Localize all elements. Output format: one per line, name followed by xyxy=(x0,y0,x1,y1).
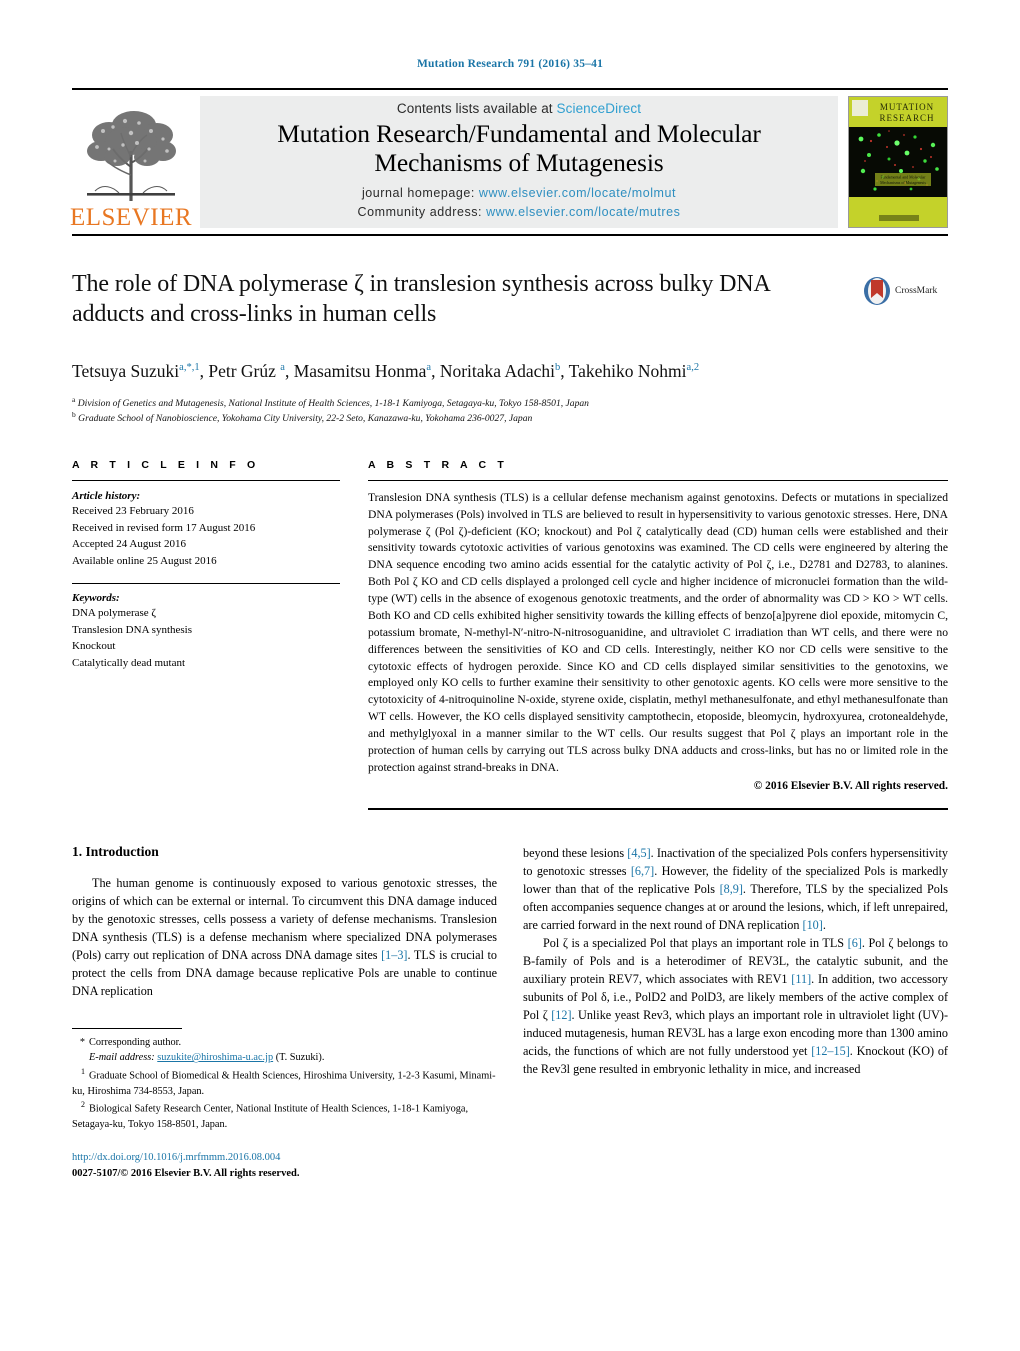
doi-block: http://dx.doi.org/10.1016/j.mrfmmm.2016.… xyxy=(72,1150,497,1182)
journal-title: Mutation Research/Fundamental and Molecu… xyxy=(277,120,761,177)
history-item: Received 23 February 2016 xyxy=(72,504,194,517)
email-suffix: (T. Suzuki). xyxy=(275,1052,325,1064)
affiliation-b: b Graduate School of Nanobioscience, Yok… xyxy=(72,410,533,425)
elsevier-wordmark: ELSEVIER xyxy=(69,204,193,231)
footnote-1-marker: 1 xyxy=(81,1066,85,1076)
citation-ref[interactable]: [11] xyxy=(791,972,811,986)
keyword-item: Catalytically dead mutant xyxy=(72,656,186,669)
body-column-left: 1. Introduction The human genome is cont… xyxy=(72,844,497,1182)
contents-available-line: Contents lists available at ScienceDirec… xyxy=(397,101,641,116)
crossmark-icon xyxy=(864,277,890,305)
article-page: Mutation Research 791 (2016) 35–41 ELSEV… xyxy=(0,0,1020,1351)
info-abstract-region: A R T I C L E I N F O Article history: R… xyxy=(72,459,948,810)
intro-paragraph-2: beyond these lesions [4,5]. Inactivation… xyxy=(523,845,949,932)
crossmark-badge[interactable]: CrossMark xyxy=(862,276,948,306)
keywords-list: DNA polymerase ζ Translesion DNA synthes… xyxy=(72,605,340,672)
citation-ref[interactable]: [12] xyxy=(551,1008,571,1022)
svg-text:MUTATION: MUTATION xyxy=(880,102,934,112)
keyword-item: Knockout xyxy=(72,640,116,653)
contents-prefix: Contents lists available at xyxy=(396,101,557,117)
author-list: Tetsuya Suzukia,*,1, Petr Grúz a, Masami… xyxy=(72,361,700,381)
article-history-heading: Article history: xyxy=(72,489,141,502)
article-history-list: Received 23 February 2016 Received in re… xyxy=(72,503,340,570)
crossmark-label: CrossMark xyxy=(895,286,938,296)
article-info-column: A R T I C L E I N F O Article history: R… xyxy=(72,459,340,810)
issn-copyright: 0027-5107/© 2016 Elsevier B.V. All right… xyxy=(72,1168,300,1180)
body-columns: 1. Introduction The human genome is cont… xyxy=(72,844,948,1182)
footnote-1-text: Graduate School of Biomedical & Health S… xyxy=(72,1070,496,1097)
intro-paragraph-1: The human genome is continuously exposed… xyxy=(72,875,498,998)
intro-paragraph-3: Pol ζ is a specialized Pol that plays an… xyxy=(523,935,949,1077)
citation-ref[interactable]: [6,7] xyxy=(631,864,654,878)
journal-homepage-url[interactable]: www.elsevier.com/locate/molmut xyxy=(479,186,676,200)
footnote-2-text: Biological Safety Research Center, Natio… xyxy=(72,1103,469,1130)
affiliation-a-text: Division of Genetics and Mutagenesis, Na… xyxy=(77,397,589,409)
svg-text:Fundamental and Molecular: Fundamental and Molecular xyxy=(880,175,926,180)
footnote-2-marker: 2 xyxy=(81,1100,85,1110)
doi-link[interactable]: http://dx.doi.org/10.1016/j.mrfmmm.2016.… xyxy=(72,1150,497,1166)
sciencedirect-link[interactable]: ScienceDirect xyxy=(557,101,642,116)
corresponding-author-text: Corresponding author. xyxy=(89,1036,182,1048)
keywords-rule xyxy=(72,582,340,584)
email-link[interactable]: suzukite@hiroshima-u.ac.jp xyxy=(157,1052,273,1063)
journal-band: Contents lists available at ScienceDirec… xyxy=(200,96,838,228)
citation-ref[interactable]: [10] xyxy=(803,918,823,932)
abstract-column: A B S T R A C T Translesion DNA synthesi… xyxy=(368,459,948,810)
svg-text:RESEARCH: RESEARCH xyxy=(879,113,934,123)
svg-text:Mechanisms of Mutagenesis: Mechanisms of Mutagenesis xyxy=(880,180,926,185)
footnote-divider xyxy=(72,1027,182,1029)
article-info-heading: A R T I C L E I N F O xyxy=(72,458,260,471)
asterisk-marker: * xyxy=(79,1036,85,1048)
elsevier-tree-icon xyxy=(79,105,183,205)
title-block: The role of DNA polymerase ζ in transles… xyxy=(72,270,948,342)
footnote-2: 2 Biological Safety Research Center, Nati… xyxy=(72,1099,497,1132)
journal-homepage-row: journal homepage: www.elsevier.com/locat… xyxy=(358,184,681,202)
elsevier-logo: ELSEVIER xyxy=(69,94,193,232)
abstract-paragraph: Translesion DNA synthesis (TLS) is a cel… xyxy=(368,490,948,774)
footnote-block: * Corresponding author. E-mail address: s… xyxy=(72,1035,497,1132)
article-info-rule xyxy=(72,479,340,481)
journal-homepage-label: journal homepage: xyxy=(361,186,475,201)
citation-ref[interactable]: [12–15] xyxy=(811,1044,850,1058)
citation-ref[interactable]: [8,9] xyxy=(720,882,743,896)
running-head: Mutation Research 791 (2016) 35–41 xyxy=(416,58,604,70)
keyword-item: DNA polymerase ζ xyxy=(72,606,156,619)
journal-title-line1: Mutation Research/Fundamental and Molecu… xyxy=(277,119,761,149)
citation-ref[interactable]: [6] xyxy=(848,936,862,950)
journal-masthead: ELSEVIER Contents lists available at Sci… xyxy=(69,88,948,236)
footnote-corresponding: * Corresponding author. xyxy=(72,1035,497,1050)
affiliation-b-text: Graduate School of Nanobioscience, Yokoh… xyxy=(78,413,533,425)
history-item: Received in revised form 17 August 2016 xyxy=(72,521,256,534)
abstract-rule xyxy=(368,479,948,481)
citation-ref[interactable]: [4,5] xyxy=(627,846,650,860)
affiliations: a Division of Genetics and Mutagenesis, … xyxy=(72,394,948,427)
abstract-text: Translesion DNA synthesis (TLS) is a cel… xyxy=(368,490,948,777)
introduction-heading: 1. Introduction xyxy=(72,843,159,859)
footnote-1: 1 Graduate School of Biomedical & Health … xyxy=(72,1066,497,1099)
journal-cover-thumbnail: MUTATION RESEARCH Fundamental and Molecu… xyxy=(848,96,948,228)
abstract-heading: A B S T R A C T xyxy=(368,458,508,471)
journal-links: journal homepage: www.elsevier.com/locat… xyxy=(358,184,681,220)
keyword-item: Translesion DNA synthesis xyxy=(72,623,192,636)
journal-title-line2: Mechanisms of Mutagenesis xyxy=(374,147,664,177)
body-column-right: beyond these lesions [4,5]. Inactivation… xyxy=(523,844,948,1182)
page-title: The role of DNA polymerase ζ in transles… xyxy=(72,271,770,327)
affiliation-a: a Division of Genetics and Mutagenesis, … xyxy=(72,394,589,409)
abstract-copyright: © 2016 Elsevier B.V. All rights reserved… xyxy=(753,779,948,792)
community-address-label: Community address: xyxy=(357,204,483,219)
history-item: Accepted 24 August 2016 xyxy=(72,538,186,551)
community-address-url[interactable]: www.elsevier.com/locate/mutres xyxy=(486,205,680,219)
footnote-email: E-mail address: suzukite@hiroshima-u.ac.… xyxy=(72,1050,497,1065)
abstract-bottom-rule xyxy=(368,807,948,810)
email-label: E-mail address: xyxy=(89,1052,155,1064)
keywords-heading: Keywords: xyxy=(72,591,120,604)
history-item: Available online 25 August 2016 xyxy=(72,555,217,568)
citation-ref[interactable]: [1–3] xyxy=(381,948,407,962)
community-address-row: Community address: www.elsevier.com/loca… xyxy=(358,203,681,221)
